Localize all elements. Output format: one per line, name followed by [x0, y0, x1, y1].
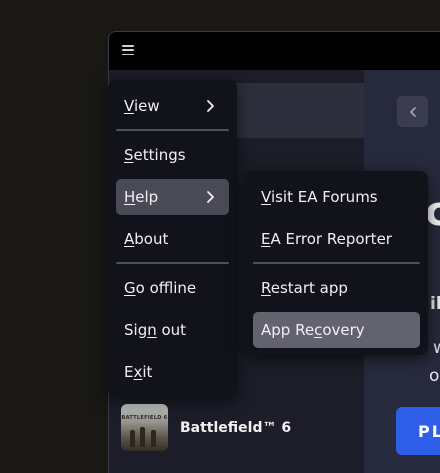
menu-item-label: Sign out: [124, 321, 187, 339]
menu-item-label: Settings: [124, 146, 186, 164]
hero-text-fragment: w: [433, 338, 440, 358]
submenu-item-restart-app[interactable]: Restart app: [253, 270, 420, 306]
menu-item-view[interactable]: View: [116, 88, 229, 124]
menu-item-exit[interactable]: Exit: [116, 354, 229, 390]
submenu-item-app-recovery[interactable]: App Recovery: [253, 312, 420, 348]
menu-separator: [116, 262, 229, 264]
help-submenu: Visit EA Forums EA Error Reporter Restar…: [245, 171, 428, 355]
menu-item-sign-out[interactable]: Sign out: [116, 312, 229, 348]
game-title: Battlefield™ 6: [180, 419, 292, 436]
thumbnail-logo-text: BATTLEFIELD 6: [121, 415, 168, 421]
main-menu: View Settings Help About Go offline Sign…: [108, 80, 237, 397]
menu-item-about[interactable]: About: [116, 221, 229, 257]
game-thumbnail: BATTLEFIELD 6: [121, 404, 168, 451]
title-bar: [109, 32, 440, 70]
menu-separator: [253, 262, 420, 264]
menu-separator: [116, 129, 229, 131]
menu-item-label: App Recovery: [261, 321, 365, 339]
chevron-right-icon: [207, 100, 214, 112]
menu-item-label: Go offline: [124, 279, 197, 297]
menu-item-label: Restart app: [261, 279, 348, 297]
submenu-item-visit-ea-forums[interactable]: Visit EA Forums: [253, 179, 420, 215]
hamburger-icon[interactable]: [122, 45, 134, 55]
menu-item-label: Exit: [124, 363, 153, 381]
hero-subtitle-fragment: ila: [430, 294, 440, 314]
back-button[interactable]: [397, 96, 428, 127]
menu-item-label: View: [124, 97, 160, 115]
menu-item-help[interactable]: Help: [116, 179, 229, 215]
menu-item-label: Help: [124, 188, 159, 206]
menu-item-settings[interactable]: Settings: [116, 137, 229, 173]
hero-text-fragment: ou: [429, 366, 440, 386]
play-button[interactable]: PL: [396, 407, 440, 455]
menu-item-label: EA Error Reporter: [261, 230, 392, 248]
chevron-left-icon: [409, 106, 416, 117]
menu-item-label: Visit EA Forums: [261, 188, 378, 206]
submenu-item-ea-error-reporter[interactable]: EA Error Reporter: [253, 221, 420, 257]
library-game-item[interactable]: BATTLEFIELD 6 Battlefield™ 6: [121, 404, 291, 451]
menu-item-label: About: [124, 230, 169, 248]
chevron-right-icon: [207, 191, 214, 203]
menu-item-go-offline[interactable]: Go offline: [116, 270, 229, 306]
